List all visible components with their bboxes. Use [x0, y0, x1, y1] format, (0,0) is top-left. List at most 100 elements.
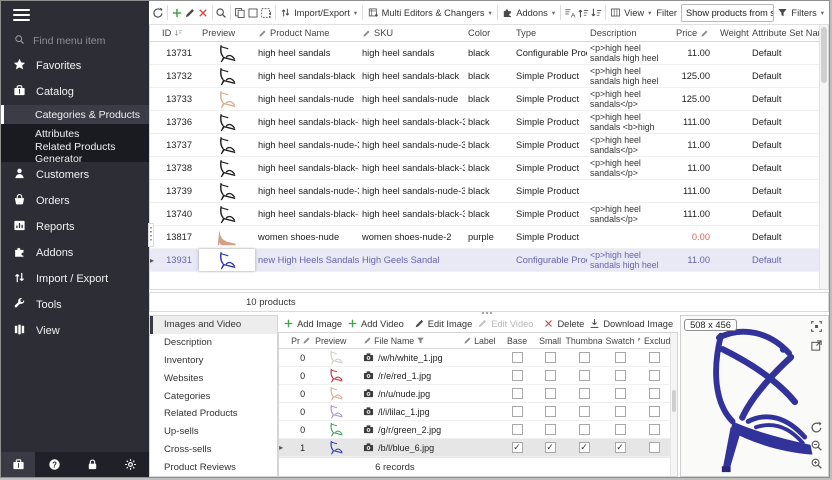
- checkbox-base[interactable]: [512, 424, 523, 435]
- checkbox-exclude[interactable]: [649, 370, 660, 381]
- edit-product-button[interactable]: [184, 3, 196, 22]
- edit-video-button[interactable]: Edit Video: [475, 318, 535, 329]
- sidebar-item-catalog[interactable]: Catalog: [1, 79, 149, 105]
- checkbox-thumbnail[interactable]: [579, 424, 590, 435]
- checkbox-thumbnail[interactable]: [579, 388, 590, 399]
- download-image-button[interactable]: Download Image: [587, 318, 675, 329]
- delete-button[interactable]: Delete: [541, 318, 586, 329]
- zoom-in-icon[interactable]: [810, 457, 825, 472]
- tab-description[interactable]: Description: [150, 334, 277, 352]
- tab-up-sells[interactable]: Up-sells: [150, 423, 277, 441]
- col-small[interactable]: Small: [534, 336, 566, 346]
- tab-websites[interactable]: Websites: [150, 369, 277, 387]
- checkbox-swatch[interactable]: [615, 352, 626, 363]
- checkbox-small[interactable]: [545, 370, 556, 381]
- panel-splitter-handle[interactable]: [482, 312, 492, 314]
- copy-button[interactable]: [234, 3, 246, 22]
- image-row-r-e-red-1-jpg[interactable]: 0/r/e/red_1.jpg: [279, 367, 670, 385]
- checkbox-base[interactable]: [512, 388, 523, 399]
- tab-images-and-video[interactable]: Images and Video: [150, 316, 277, 334]
- view-menu[interactable]: View ▾: [608, 7, 653, 18]
- col-label[interactable]: Label: [460, 336, 500, 346]
- sidebar-item-view[interactable]: View: [1, 318, 149, 344]
- col-weight[interactable]: Weight: [717, 28, 749, 38]
- col-attribute-set[interactable]: Attribute Set Name: [749, 28, 819, 38]
- col-preview[interactable]: Preview: [199, 28, 255, 38]
- image-row-w-h-white-1-jpg[interactable]: 0/w/h/white_1.jpg: [279, 349, 670, 367]
- rotate-icon[interactable]: [810, 421, 825, 436]
- store-button[interactable]: [1, 452, 35, 477]
- checkbox-small[interactable]: [545, 388, 556, 399]
- sidebar-item-customers[interactable]: Customers: [1, 162, 149, 188]
- move-down-button[interactable]: [590, 3, 602, 22]
- checkbox-swatch[interactable]: [615, 424, 626, 435]
- col-base[interactable]: Base: [500, 336, 534, 346]
- open-external-icon[interactable]: [810, 339, 825, 354]
- sidebar-item-import-export[interactable]: Import / Export: [1, 266, 149, 292]
- col-image-preview[interactable]: Preview: [312, 336, 360, 346]
- checkbox-swatch[interactable]: [615, 370, 626, 381]
- sidebar-item-orders[interactable]: Orders: [1, 188, 149, 214]
- col-thumbnail[interactable]: Thumbna: [566, 336, 602, 346]
- font-settings-button[interactable]: A: [564, 3, 576, 22]
- checkbox-swatch[interactable]: [615, 406, 626, 417]
- col-price[interactable]: Price: [673, 28, 717, 38]
- checkbox-swatch[interactable]: [615, 388, 626, 399]
- checkbox-base[interactable]: ✓: [512, 442, 523, 453]
- product-row-13737[interactable]: 13737high heel sandals-nude-36high heel …: [150, 134, 819, 157]
- checkbox-base[interactable]: [512, 370, 523, 381]
- image-row-l-i-lilac-1-jpg[interactable]: 0/l/i/lilac_1.jpg: [279, 403, 670, 421]
- col-exclude[interactable]: Exclude: [638, 336, 670, 346]
- filters-menu[interactable]: Filters ▾: [775, 7, 826, 18]
- move-up-button[interactable]: [577, 3, 589, 22]
- checkbox-thumbnail[interactable]: [579, 370, 590, 381]
- col-sku[interactable]: SKU: [359, 28, 465, 38]
- product-row-13738[interactable]: 13738high heel sandals-black-37high heel…: [150, 157, 819, 180]
- col-product-name[interactable]: Product Name: [255, 28, 359, 38]
- select-cells-button[interactable]: [247, 3, 259, 22]
- checkbox-thumbnail[interactable]: ✓: [579, 442, 590, 453]
- sidebar-item-related-products-generator[interactable]: Related Products Generator: [1, 143, 149, 162]
- sidebar-item-categories-products[interactable]: Categories & Products: [1, 105, 149, 124]
- image-row-n-u-nude-jpg[interactable]: 0/n/u/nude.jpg: [279, 385, 670, 403]
- edit-image-button[interactable]: Edit Image: [412, 318, 474, 329]
- settings-button[interactable]: [124, 452, 137, 477]
- checkbox-exclude[interactable]: [649, 406, 660, 417]
- checkbox-small[interactable]: [545, 424, 556, 435]
- checkbox-exclude[interactable]: [649, 388, 660, 399]
- checkbox-exclude[interactable]: [649, 424, 660, 435]
- menu-toggle-icon[interactable]: [13, 6, 30, 24]
- actual-size-icon[interactable]: [810, 320, 825, 335]
- checkbox-thumbnail[interactable]: [579, 352, 590, 363]
- add-image-button[interactable]: Add Image: [281, 318, 344, 329]
- product-row-13731[interactable]: 13731high heel sandalshigh heel sandalsb…: [150, 42, 819, 65]
- image-row-b-l-blue-6-jpg[interactable]: ▸1/b/l/blue_6.jpg✓✓✓✓: [279, 439, 670, 457]
- checkbox-small[interactable]: [545, 352, 556, 363]
- product-row-13740[interactable]: 13740high heel sandals-black-38high heel…: [150, 203, 819, 226]
- col-color[interactable]: Color: [465, 28, 513, 38]
- search-products-button[interactable]: [215, 3, 227, 22]
- tab-product-reviews[interactable]: Product Reviews: [150, 458, 277, 476]
- delete-product-button[interactable]: [197, 3, 209, 22]
- tab-inventory[interactable]: Inventory: [150, 352, 277, 370]
- multi-editors-menu[interactable]: Multi Editors & Changers ▾: [366, 7, 494, 18]
- sidebar-search-input[interactable]: Find menu item: [1, 28, 149, 53]
- sidebar-item-favorites[interactable]: Favorites: [1, 53, 149, 79]
- checkbox-small[interactable]: [545, 406, 556, 417]
- tab-related-products[interactable]: Related Products: [150, 405, 277, 423]
- lock-button[interactable]: [86, 452, 99, 477]
- products-scrollbar[interactable]: [819, 25, 828, 289]
- refresh-button[interactable]: [152, 3, 164, 22]
- product-row-13732[interactable]: 13732high heel sandals-blackhigh heel sa…: [150, 65, 819, 88]
- sidebar-splitter-handle[interactable]: [148, 223, 154, 247]
- checkbox-exclude[interactable]: [649, 442, 660, 453]
- col-swatch[interactable]: Swatch: [602, 336, 638, 346]
- col-description[interactable]: Description: [587, 28, 673, 38]
- sidebar-item-tools[interactable]: Tools: [1, 292, 149, 318]
- tab-categories[interactable]: Categories: [150, 387, 277, 405]
- import-export-menu[interactable]: Import/Export ▾: [278, 7, 359, 18]
- checkbox-thumbnail[interactable]: [579, 406, 590, 417]
- zoom-out-icon[interactable]: [810, 439, 825, 454]
- checkbox-exclude[interactable]: [649, 352, 660, 363]
- product-row-13931[interactable]: ▸13931new High Heels SandalsHigh Geels S…: [150, 249, 819, 272]
